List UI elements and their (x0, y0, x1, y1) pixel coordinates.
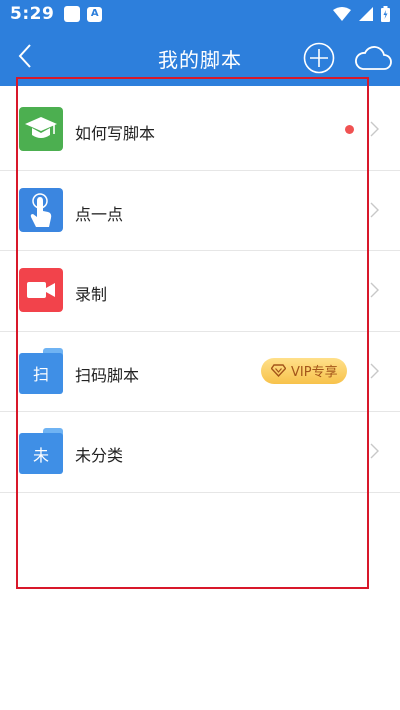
tap-finger-icon (19, 187, 63, 232)
vip-badge-label: VIP专享 (291, 365, 338, 380)
status-bar: 5:29 A (0, 0, 400, 28)
list-item-label: 如何写脚本 (75, 124, 156, 143)
list-item-uncategorized[interactable]: 未 未分类 (0, 412, 400, 493)
list-item-label: 扫码脚本 (75, 365, 140, 385)
unread-dot (345, 125, 354, 134)
list-item-label: 点一点 (75, 204, 124, 224)
cloud-icon[interactable] (354, 44, 392, 72)
chevron-right-icon (370, 363, 379, 378)
list-item-label: 未分类 (75, 446, 124, 465)
folder-icon: 扫 (19, 347, 63, 394)
chevron-right-icon (370, 121, 379, 137)
app-notification-icon: A (87, 6, 103, 22)
diamond-icon (271, 364, 286, 377)
list-item-scan-script[interactable]: 扫 扫码脚本 VIP专享 (0, 332, 400, 412)
video-camera-icon (19, 268, 63, 312)
battery-icon (381, 6, 390, 22)
list-item-label: 录制 (75, 285, 108, 304)
status-time: 5:29 (10, 4, 55, 24)
app-bar: 我的脚本 (0, 28, 400, 86)
signal-icon (359, 7, 373, 21)
chevron-right-icon (370, 202, 379, 217)
add-script-icon[interactable] (303, 42, 335, 74)
page-title: 我的脚本 (158, 48, 242, 72)
chevron-right-icon (370, 282, 379, 298)
list-item-record[interactable]: 录制 (0, 251, 400, 332)
vip-badge: VIP专享 (261, 357, 347, 384)
folder-glyph: 未 (19, 433, 63, 474)
notification-icon (64, 6, 81, 22)
list-item-how-to-write[interactable]: 如何写脚本 (0, 90, 400, 171)
script-list: 如何写脚本 点一点 录制 扫 扫码脚本 VIP专享 未 未分类 (0, 90, 400, 493)
chevron-right-icon (370, 443, 379, 459)
status-icons (333, 6, 390, 22)
folder-glyph: 扫 (19, 352, 63, 394)
graduation-cap-icon (19, 107, 63, 151)
folder-icon: 未 (19, 428, 63, 474)
wifi-icon (333, 7, 351, 21)
list-item-tap[interactable]: 点一点 (0, 171, 400, 251)
